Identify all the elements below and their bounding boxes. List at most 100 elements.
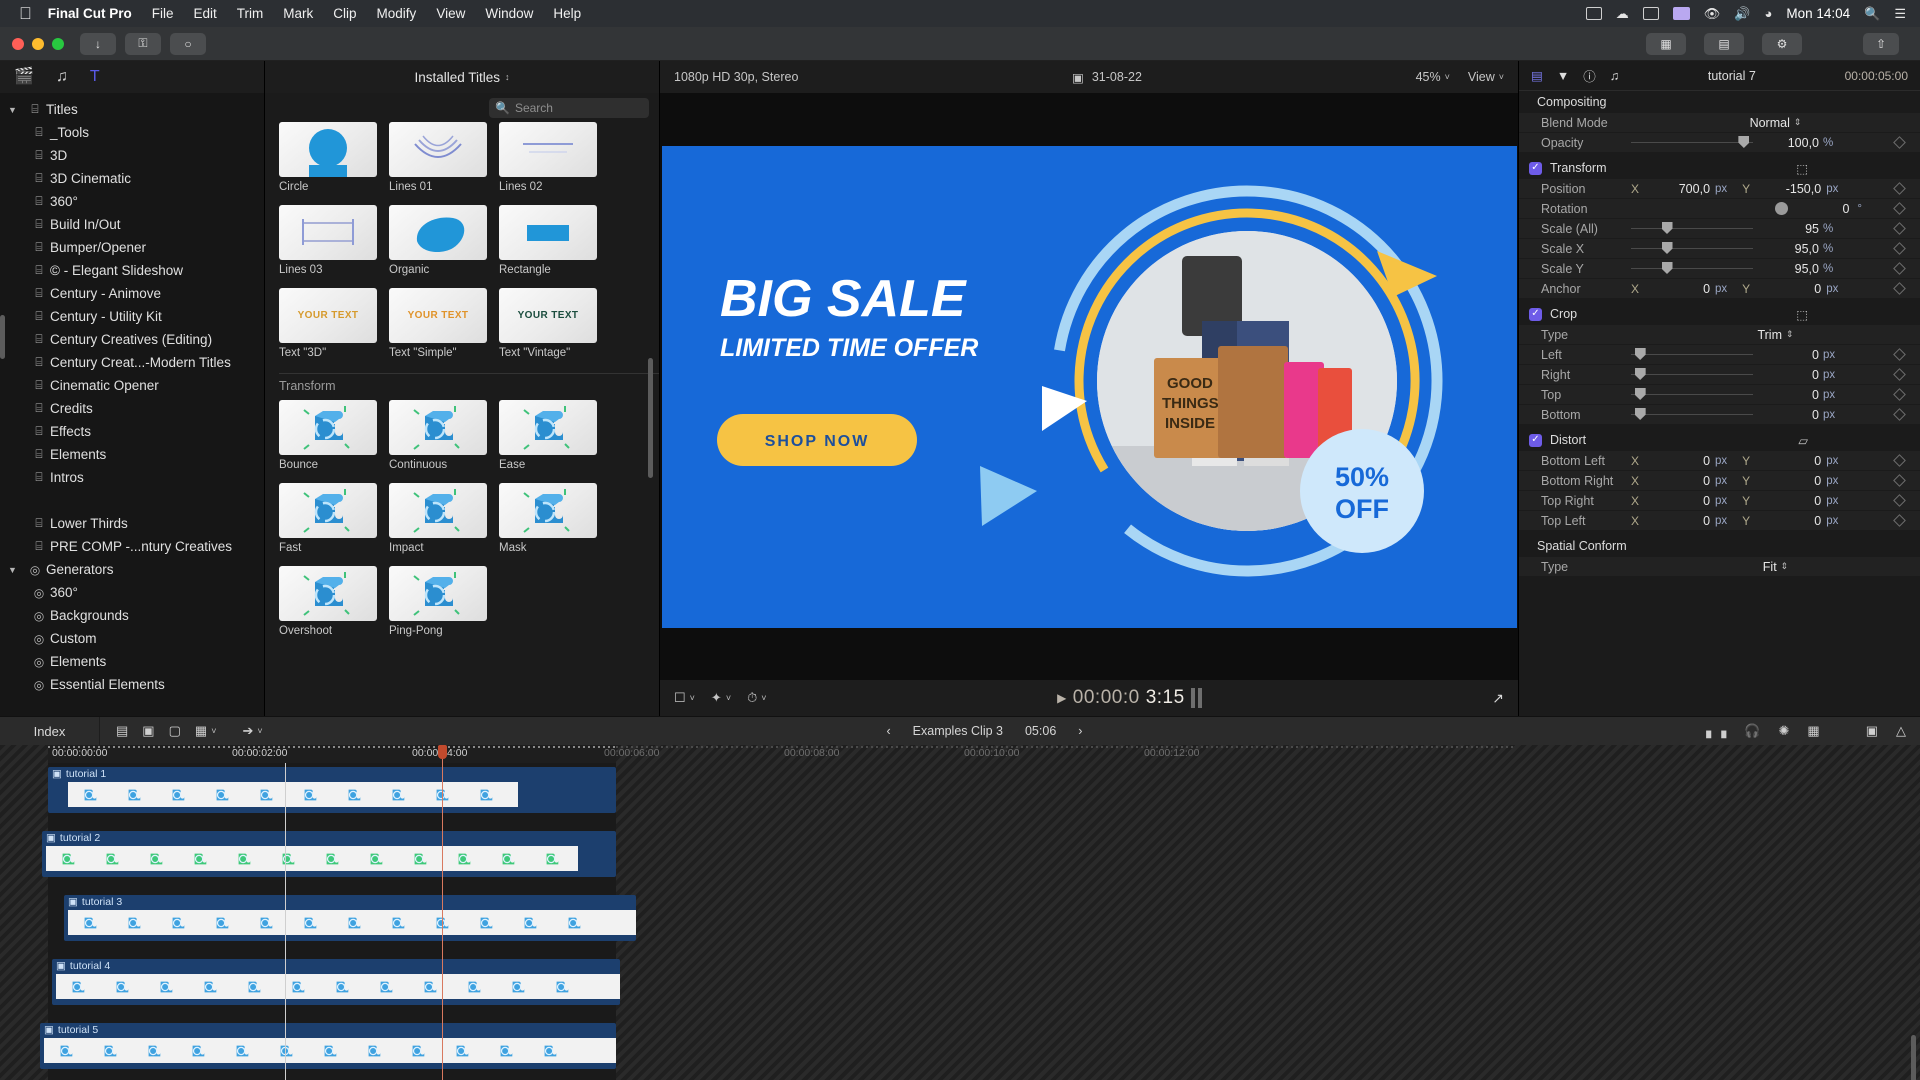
color-icon[interactable]: ▼: [1557, 69, 1569, 83]
apple-logo-icon[interactable]: : [19, 5, 32, 22]
insert-icon[interactable]: ▣: [142, 723, 154, 739]
disclosure-triangle-icon[interactable]: ▼: [8, 105, 24, 115]
browser-item[interactable]: Ease: [499, 400, 597, 471]
inspector-body[interactable]: Compositing Blend Mode Normal ⇕ Opacity 100,0…: [1519, 91, 1920, 716]
video-icon[interactable]: ▤: [1531, 68, 1543, 83]
sidebar-item-3d[interactable]: ⌸ 3D: [0, 144, 264, 167]
timecode-scrubber[interactable]: [1190, 688, 1202, 708]
browser-header[interactable]: Installed Titles ↕: [265, 61, 659, 93]
inspector-row-rotation[interactable]: Rotation 0 °: [1519, 199, 1920, 219]
sidebar-item-generators[interactable]: ▼ ◎ Generators: [0, 558, 264, 581]
sidebar-item-360[interactable]: ⌸ 360°: [0, 190, 264, 213]
slider-knob[interactable]: [1634, 408, 1646, 420]
detach-icon[interactable]: △: [1896, 723, 1906, 739]
browser-item[interactable]: YOUR TEXT Text "Simple": [389, 288, 487, 359]
row-value-y[interactable]: 0: [1755, 514, 1821, 528]
inspector-row-scale-y[interactable]: Scale Y 95,0%: [1519, 259, 1920, 279]
inspector-row-scale-x[interactable]: Scale X 95,0%: [1519, 239, 1920, 259]
volume-icon[interactable]: 🔊: [1734, 6, 1750, 22]
slider-knob[interactable]: [1738, 136, 1750, 148]
row-slider[interactable]: [1631, 388, 1753, 400]
row-value[interactable]: 100,0: [1753, 136, 1819, 150]
browser-item[interactable]: Fast: [279, 483, 377, 554]
speedometer-icon[interactable]: ⏱ ˅: [747, 690, 766, 706]
slider-knob[interactable]: [1661, 222, 1673, 234]
distort-icon[interactable]: ▱: [1798, 433, 1808, 448]
inspector-row-top-left[interactable]: Top Left X 0 px Y 0 px: [1519, 511, 1920, 531]
section-checkbox[interactable]: ✓: [1529, 307, 1542, 321]
search-input[interactable]: 🔍 Search: [489, 97, 649, 118]
magic-wand-icon[interactable]: ✦ ˅: [711, 690, 731, 706]
updown-caret-icon[interactable]: ↕: [505, 72, 510, 82]
row-value-y[interactable]: 0: [1755, 282, 1821, 296]
sidebar-item-lower-thirds[interactable]: ⌸ Lower Thirds: [0, 512, 264, 535]
row-slider[interactable]: [1631, 368, 1753, 380]
inspector-row-right[interactable]: Right 0 px: [1519, 365, 1920, 385]
sidebar-item-bumper-opener[interactable]: ⌸ Bumper/Opener: [0, 236, 264, 259]
progress-circle-icon[interactable]: ○: [170, 32, 206, 55]
row-value[interactable]: 0: [1753, 348, 1819, 362]
timeline-clip[interactable]: ▣ tutorial 2: [42, 831, 616, 877]
sidebar-item-effects[interactable]: ⌸ Effects: [0, 420, 264, 443]
slider-knob[interactable]: [1661, 262, 1673, 274]
chevron-right-icon[interactable]: ›: [1078, 724, 1082, 738]
inspector-row-anchor[interactable]: Anchor X 0 px Y 0 px: [1519, 279, 1920, 299]
row-value-y[interactable]: 0: [1755, 474, 1821, 488]
inspector-section-compositing[interactable]: Compositing: [1519, 91, 1920, 113]
sidebar-item-century-animove[interactable]: ⌸ Century - Animove: [0, 282, 264, 305]
browser-item[interactable]: Overshoot: [279, 566, 377, 637]
browser-item[interactable]: Lines 02: [499, 122, 597, 193]
hamburger-icon[interactable]: ☰: [1894, 6, 1906, 22]
browser-item[interactable]: Impact: [389, 483, 487, 554]
battery-icon[interactable]: [1642, 7, 1659, 20]
timeline-vertical-scrollbar[interactable]: [1911, 1035, 1916, 1080]
menu-mark[interactable]: Mark: [283, 6, 313, 21]
timeline-icon[interactable]: ▤: [1704, 32, 1744, 55]
app-title[interactable]: Final Cut Pro: [48, 6, 132, 21]
timeline-clip[interactable]: ▣ tutorial 1: [48, 767, 616, 813]
browser-item[interactable]: Lines 01: [389, 122, 487, 193]
browser-item[interactable]: Organic: [389, 205, 487, 276]
sidebar-scrollbar[interactable]: [0, 315, 5, 359]
row-value[interactable]: 0: [1753, 388, 1819, 402]
row-popup[interactable]: Trim ⇕: [1757, 328, 1793, 342]
chevron-left-icon[interactable]: ‹: [886, 724, 890, 738]
timeline-skimmer[interactable]: [285, 763, 286, 1080]
cloud-icon[interactable]: ☁: [1616, 6, 1629, 22]
inspector-row-blend-mode[interactable]: Blend Mode Normal ⇕: [1519, 113, 1920, 133]
menu-clip[interactable]: Clip: [333, 6, 356, 21]
menu-trim[interactable]: Trim: [237, 6, 264, 21]
inspector-row-type[interactable]: Type Trim ⇕: [1519, 325, 1920, 345]
sidebar-item-360[interactable]: ◎ 360°: [0, 581, 264, 604]
timeline-clip[interactable]: ▣ tutorial 5: [40, 1023, 616, 1069]
menu-file[interactable]: File: [152, 6, 174, 21]
sidebar-item-build-in-out[interactable]: ⌸ Build In/Out: [0, 213, 264, 236]
titles-generators-icon[interactable]: T: [90, 69, 100, 85]
display-icon[interactable]: [1585, 7, 1602, 20]
sidebar-item-titles[interactable]: ▼ ⌸ Titles: [0, 98, 264, 121]
sidebar-item-cinematic-opener[interactable]: ⌸ Cinematic Opener: [0, 374, 264, 397]
inspector-row-opacity[interactable]: Opacity 100,0%: [1519, 133, 1920, 153]
section-checkbox[interactable]: ✓: [1529, 161, 1542, 175]
sidebar-item-essential-elements[interactable]: ◎ Essential Elements: [0, 673, 264, 696]
split-icon[interactable]: ▖▗: [1706, 723, 1726, 739]
audio-icon[interactable]: ♫: [1610, 69, 1619, 83]
sidebar-item-intros[interactable]: ⌸ Intros: [0, 466, 264, 489]
connect-icon[interactable]: ▦ ˅: [195, 723, 217, 739]
row-value-y[interactable]: 0: [1755, 454, 1821, 468]
select-tool-icon[interactable]: ➔ ˅: [242, 723, 262, 739]
sidebar-item-elegant-slideshow[interactable]: ⌸ © - Elegant Slideshow: [0, 259, 264, 282]
window-controls[interactable]: [12, 37, 64, 50]
row-value-y[interactable]: 0: [1755, 494, 1821, 508]
inspector-icon[interactable]: ⚙: [1762, 32, 1802, 55]
inspector-section-distort[interactable]: ✓ Distort ▱: [1519, 429, 1920, 451]
clip-filmstrip[interactable]: [68, 910, 636, 935]
section-checkbox[interactable]: ✓: [1529, 433, 1542, 447]
disclosure-triangle-icon[interactable]: ▼: [8, 565, 24, 575]
transform-icon[interactable]: ⬚: [1796, 161, 1808, 176]
clip-filmstrip[interactable]: [46, 846, 578, 871]
row-value-y[interactable]: -150,0: [1755, 182, 1821, 196]
overwrite-icon[interactable]: ▢: [169, 723, 181, 739]
minimize-button[interactable]: [32, 37, 44, 50]
slider-knob[interactable]: [1634, 348, 1646, 360]
